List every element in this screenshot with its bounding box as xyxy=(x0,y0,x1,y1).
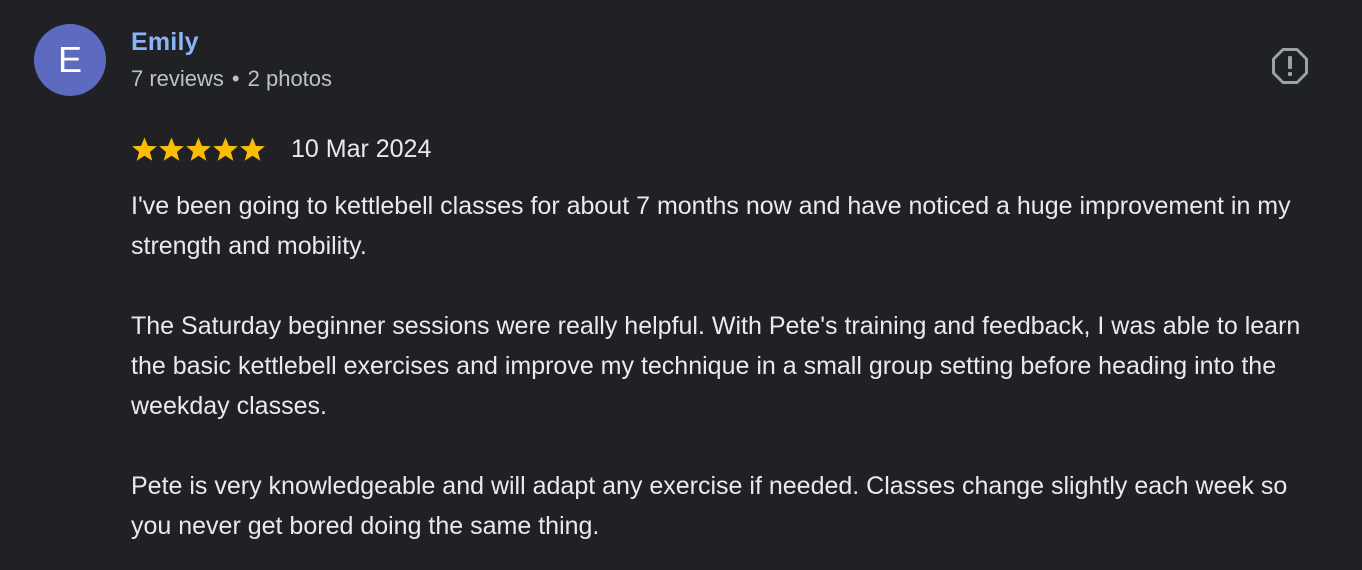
review-text: I've been going to kettlebell classes fo… xyxy=(131,186,1331,546)
reviewer-meta: 7 reviews • 2 photos xyxy=(131,66,332,92)
review-paragraph: I've been going to kettlebell classes fo… xyxy=(131,192,1291,260)
star-rating xyxy=(131,136,266,163)
star-icon xyxy=(186,137,211,161)
star-icon xyxy=(159,137,184,161)
photos-count: 2 photos xyxy=(247,66,333,91)
review-date: 10 Mar 2024 xyxy=(291,134,432,163)
star-icon xyxy=(213,137,238,161)
report-icon xyxy=(1272,48,1308,84)
avatar[interactable]: E xyxy=(34,24,106,96)
review-paragraph: The Saturday beginner sessions were real… xyxy=(131,312,1301,420)
review-card: E Emily 7 reviews • 2 photos 10 Mar 2024 I… xyxy=(0,0,1362,570)
review-paragraph: Pete is very knowledgeable and will adap… xyxy=(131,472,1288,540)
reviewer-name[interactable]: Emily xyxy=(131,28,199,57)
report-review-button[interactable] xyxy=(1268,44,1312,88)
star-icon xyxy=(240,137,265,161)
reviews-count: 7 reviews xyxy=(131,66,224,91)
meta-separator: • xyxy=(231,66,240,91)
star-icon xyxy=(132,137,157,161)
rating-row: 10 Mar 2024 xyxy=(131,133,431,165)
